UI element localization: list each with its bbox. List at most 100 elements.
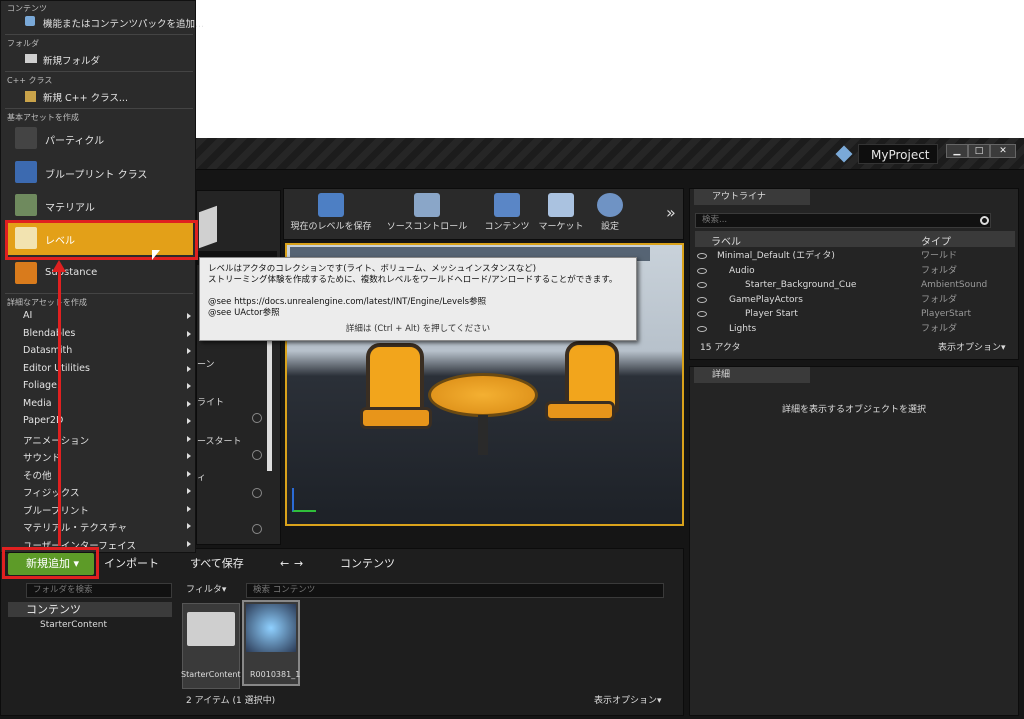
close-button[interactable]: ✕ [990, 144, 1016, 158]
settings-button[interactable]: 設定 [590, 189, 630, 237]
red-arrow-head [52, 260, 66, 272]
outliner-row[interactable]: Lights フォルダ [695, 322, 1007, 336]
folder-icon [25, 54, 37, 63]
outliner-label: Starter_Background_Cue [745, 280, 857, 290]
help-icon[interactable] [252, 413, 262, 423]
tree-root[interactable]: コンテンツ [8, 602, 172, 617]
toolbar-more-button[interactable]: » [666, 203, 676, 222]
eye-icon[interactable] [697, 282, 707, 288]
outliner-label: Audio [729, 265, 755, 276]
menu-item-substance[interactable]: Substance [5, 258, 193, 290]
menu-item-material[interactable]: マテリアル [5, 190, 193, 222]
outliner-type: ワールド [921, 251, 958, 261]
outliner-panel: アウトライナ 検索... ラベル タイプ Minimal_Default (エデ… [689, 188, 1019, 360]
outliner-row[interactable]: GamePlayActors フォルダ [695, 293, 1007, 307]
history-forward-button[interactable]: → [294, 553, 303, 575]
menu-item-advanced[interactable]: Blendables [23, 328, 75, 339]
menu-item-advanced[interactable]: Datasmith [23, 345, 72, 356]
submenu-arrow-icon [187, 330, 191, 337]
menu-item-particle[interactable]: パーティクル [5, 123, 193, 155]
breadcrumb-path[interactable]: コンテンツ [340, 553, 395, 575]
save-level-button[interactable]: 現在のレベルを保存 [286, 189, 376, 237]
menu-item-advanced[interactable]: Editor Utilities [23, 363, 90, 374]
content-search-input[interactable]: 検索 コンテンツ [246, 583, 664, 598]
menu-item-new-cpp-class[interactable]: 新規 C++ クラス... [43, 90, 128, 104]
level-tooltip: レベルはアクタのコレクションです(ライト、ボリューム、メッシュインスタンスなど)… [199, 257, 637, 341]
eye-icon[interactable] [697, 325, 707, 332]
menu-item-advanced[interactable]: ブループリント [23, 503, 89, 517]
market-icon [548, 193, 574, 217]
modes-item[interactable]: ィ [197, 471, 206, 485]
menu-item-advanced[interactable]: アニメーション [23, 433, 89, 447]
asset-thumbnail[interactable]: StarterContent [181, 603, 241, 689]
save-all-button[interactable]: すべて保存 [190, 553, 244, 575]
eye-icon[interactable] [697, 253, 707, 259]
submenu-arrow-icon [187, 540, 191, 547]
filter-button[interactable]: フィルタ▾ [186, 583, 226, 597]
content-view-options[interactable]: 表示オプション▾ [594, 694, 662, 708]
menu-item-blueprint-class[interactable]: ブループリント クラス [5, 157, 193, 189]
column-label[interactable]: ラベル [711, 233, 741, 248]
gear-icon [597, 193, 623, 217]
search-icon [980, 216, 989, 225]
hdri-preview [246, 604, 296, 652]
outliner-search-input[interactable]: 検索... [695, 213, 991, 228]
menu-item-advanced[interactable]: Foliage [23, 380, 57, 391]
menu-item-advanced[interactable]: ユーザーインターフェイス [23, 538, 136, 552]
outliner-type: フォルダ [921, 323, 958, 334]
modes-item[interactable]: ーン [197, 358, 215, 372]
submenu-arrow-icon [187, 313, 191, 319]
outliner-label: Player Start [745, 309, 798, 319]
source-control-button[interactable]: ソースコントロール [382, 189, 472, 237]
content-button[interactable]: コンテンツ [480, 189, 534, 237]
particle-icon [15, 127, 37, 149]
outliner-row[interactable]: Minimal_Default (エディタ) ワールド [695, 249, 1007, 263]
level-icon [15, 227, 37, 249]
submenu-arrow-icon [187, 418, 191, 424]
column-type[interactable]: タイプ [921, 233, 951, 248]
minimize-button[interactable]: ▁ [946, 144, 968, 158]
modes-item[interactable]: ライト [197, 396, 224, 410]
help-icon[interactable] [252, 524, 262, 534]
maximize-button[interactable]: □ [968, 144, 990, 158]
chair-left-back [366, 343, 424, 413]
tab-outliner[interactable]: アウトライナ [694, 189, 810, 205]
tree-item-starter-content[interactable]: StarterContent [40, 618, 107, 632]
menu-separator [5, 108, 193, 109]
tab-details[interactable]: 詳細 [694, 367, 810, 383]
outliner-view-options[interactable]: 表示オプション▾ [938, 341, 1006, 355]
help-icon[interactable] [252, 488, 262, 498]
menu-item-advanced[interactable]: フィジックス [23, 485, 80, 499]
menu-item-level[interactable]: レベル [5, 223, 193, 255]
menu-item-advanced[interactable]: Media [23, 398, 52, 409]
outliner-row[interactable]: Player Start PlayerStart [695, 307, 1007, 321]
menu-item-advanced[interactable]: AI [23, 310, 32, 321]
outliner-row[interactable]: Starter_Background_Cue AmbientSound [695, 278, 1007, 292]
menu-item-advanced[interactable]: マテリアル・テクスチャ [23, 520, 127, 534]
eye-icon[interactable] [697, 296, 707, 303]
modes-item[interactable]: ースタート [197, 435, 242, 449]
submenu-arrow-icon [187, 453, 191, 459]
help-icon[interactable] [252, 450, 262, 460]
history-back-button[interactable]: ← [280, 553, 289, 575]
menu-section-header: フォルダ [7, 39, 39, 48]
market-button[interactable]: マーケット [536, 189, 586, 237]
eye-icon[interactable] [697, 311, 707, 317]
material-icon [15, 194, 37, 216]
menu-item-new-folder[interactable]: 新規フォルダ [43, 53, 100, 67]
menu-item-advanced[interactable]: サウンド [23, 450, 61, 464]
import-button[interactable]: インポート [104, 553, 159, 575]
outliner-row[interactable]: Audio フォルダ [695, 264, 1007, 278]
menu-item-add-feature[interactable]: 機能またはコンテンツパックを追加... [43, 16, 204, 30]
content-icon [494, 193, 520, 217]
round-table [428, 373, 538, 417]
folder-search-input[interactable]: フォルダを検索 [26, 583, 172, 598]
menu-item-advanced[interactable]: その他 [23, 468, 52, 482]
asset-thumbnail[interactable]: R0010381_1 [242, 600, 300, 686]
eye-icon[interactable] [697, 267, 707, 274]
menu-separator [5, 293, 193, 294]
add-new-button[interactable]: 新規追加 ▾ [8, 553, 94, 575]
substance-icon [15, 262, 37, 284]
submenu-arrow-icon [187, 400, 191, 407]
blueprint-icon [15, 161, 37, 183]
